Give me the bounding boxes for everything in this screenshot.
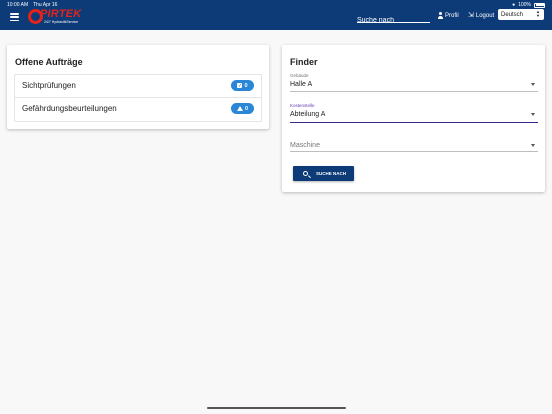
search-button[interactable]: SUCHE NACH (293, 166, 354, 181)
search-button-label: SUCHE NACH (316, 171, 347, 176)
profil-link[interactable]: Profil (437, 11, 459, 20)
field-value: Abteilung A (290, 111, 326, 118)
count-badge[interactable]: ✓ 0 (231, 80, 254, 91)
field-underline (290, 91, 538, 92)
status-time: 10:00 AM (7, 2, 29, 8)
gebaeude-select[interactable]: Gebäude Halle A (290, 73, 538, 92)
dropdown-arrow-icon (531, 113, 535, 116)
field-placeholder: Maschine (290, 142, 320, 149)
finder-card: Finder Gebäude Halle A Kostenstelle Abte… (282, 45, 545, 192)
language-select[interactable]: Deutsch ▲ ▼ (498, 9, 544, 20)
search-input[interactable] (357, 14, 430, 27)
logo-tagline: 24/7 HydraulikService (44, 20, 79, 24)
field-value: Halle A (290, 81, 313, 88)
order-row-gefaehrdungsbeurteilungen[interactable]: Gefährdungsbeurteilungen 0 (15, 98, 261, 121)
dropdown-arrow-icon (531, 83, 535, 86)
checkbox-icon: ✓ (237, 83, 243, 88)
badge-count: 0 (244, 105, 249, 112)
field-underline (290, 121, 538, 123)
app-header: 10:00 AM Thu Apr 16 ● 100% PIRTEK 24/7 H… (0, 0, 552, 30)
warning-icon (236, 106, 243, 111)
logout-label: Logout (475, 12, 495, 19)
profil-label: Profil (445, 12, 459, 19)
field-label: Gebäude (290, 73, 309, 78)
count-badge[interactable]: 0 (231, 103, 254, 114)
logo-wordmark: PIRTEK (40, 8, 82, 20)
header-search[interactable] (357, 9, 430, 27)
order-label: Gefährdungsbeurteilungen (22, 104, 117, 113)
field-label: Kostenstelle (290, 103, 315, 108)
open-orders-card: Offene Aufträge Sichtprüfungen ✓ 0 Gefäh… (7, 45, 269, 129)
logout-link[interactable]: ⇲ Logout (468, 11, 494, 20)
logout-icon: ⇲ (468, 12, 474, 19)
badge-count: 0 (244, 82, 248, 89)
open-orders-title: Offene Aufträge (15, 57, 83, 67)
finder-title: Finder (290, 57, 318, 67)
orders-list: Sichtprüfungen ✓ 0 Gefährdungsbeurteilun… (14, 74, 262, 122)
order-label: Sichtprüfungen (22, 81, 76, 90)
battery-icon (534, 2, 545, 8)
battery-percent: 100% (518, 2, 531, 8)
hamburger-menu-icon[interactable] (10, 13, 19, 21)
select-arrows-icon: ▲ ▼ (536, 9, 540, 18)
field-underline (290, 151, 538, 152)
dropdown-arrow-icon (531, 144, 535, 147)
kostenstelle-select[interactable]: Kostenstelle Abteilung A (290, 103, 538, 123)
maschine-select[interactable]: Maschine (290, 139, 538, 152)
wifi-icon: ● (512, 1, 516, 8)
pirtek-logo: PIRTEK 24/7 HydraulikService (28, 8, 86, 26)
status-right: ● 100% (512, 2, 545, 8)
language-value: Deutsch (501, 11, 524, 18)
search-icon (303, 171, 308, 176)
home-indicator[interactable] (207, 407, 346, 409)
person-icon (437, 12, 443, 19)
order-row-sichtpruefungen[interactable]: Sichtprüfungen ✓ 0 (15, 75, 261, 98)
